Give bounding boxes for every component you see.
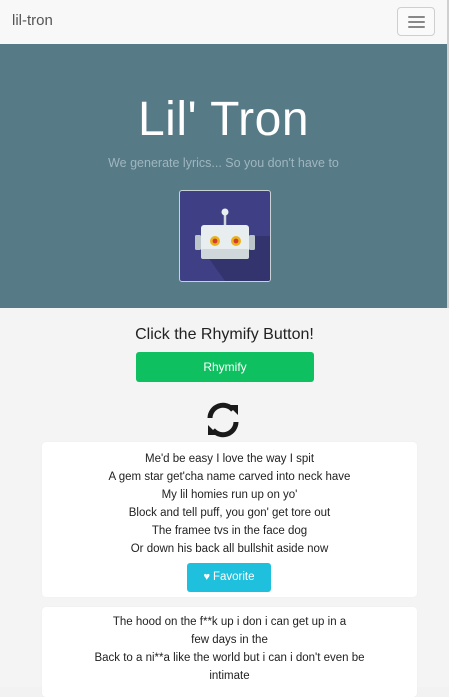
lyric-line: Block and tell puff, you gon' get tore o…	[128, 507, 331, 519]
lyric-line: The framee tvs in the face dog	[151, 525, 308, 537]
rhymify-button[interactable]: Rhymify	[136, 352, 314, 382]
lyric-line: Back to a ni**a like the world but i can…	[94, 652, 365, 664]
brand-link[interactable]: lil-tron	[12, 12, 53, 29]
hero-banner: Lil' Tron We generate lyrics... So you d…	[0, 44, 449, 308]
navbar: lil-tron	[0, 0, 449, 45]
refresh-icon[interactable]	[204, 401, 242, 439]
robot-icon	[195, 208, 270, 281]
lyric-line: intimate	[209, 670, 250, 682]
hero-subtitle: We generate lyrics... So you don't have …	[108, 156, 339, 170]
lyric-line: Me'd be easy I love the way I spit	[144, 453, 315, 465]
lyric-line: few days in the	[191, 634, 268, 646]
lyric-line: A gem star get'cha name carved into neck…	[108, 471, 351, 483]
robot-logo-image	[179, 190, 271, 282]
hamburger-bar	[408, 21, 425, 23]
instruction-heading: Click the Rhymify Button!	[135, 326, 314, 343]
lyrics-card: The hood on the f**k up i don i can get …	[42, 607, 417, 697]
lyric-line: My lil homies run up on yo'	[161, 489, 298, 501]
lyric-line: Or down his back all bullshit aside now	[130, 543, 329, 555]
heart-icon: ♥	[203, 571, 210, 583]
hero-title: Lil' Tron	[137, 93, 310, 146]
lyric-line: The hood on the f**k up i don i can get …	[112, 616, 347, 628]
favorite-button[interactable]: ♥ Favorite	[187, 563, 271, 592]
menu-toggle-button[interactable]	[397, 7, 435, 36]
hamburger-bar	[408, 16, 425, 18]
hamburger-bar	[408, 26, 425, 28]
lyrics-card: Me'd be easy I love the way I spit A gem…	[42, 442, 417, 597]
favorite-label: Favorite	[212, 571, 255, 583]
main-content: Click the Rhymify Button! Rhymify Me'd b…	[0, 308, 449, 697]
